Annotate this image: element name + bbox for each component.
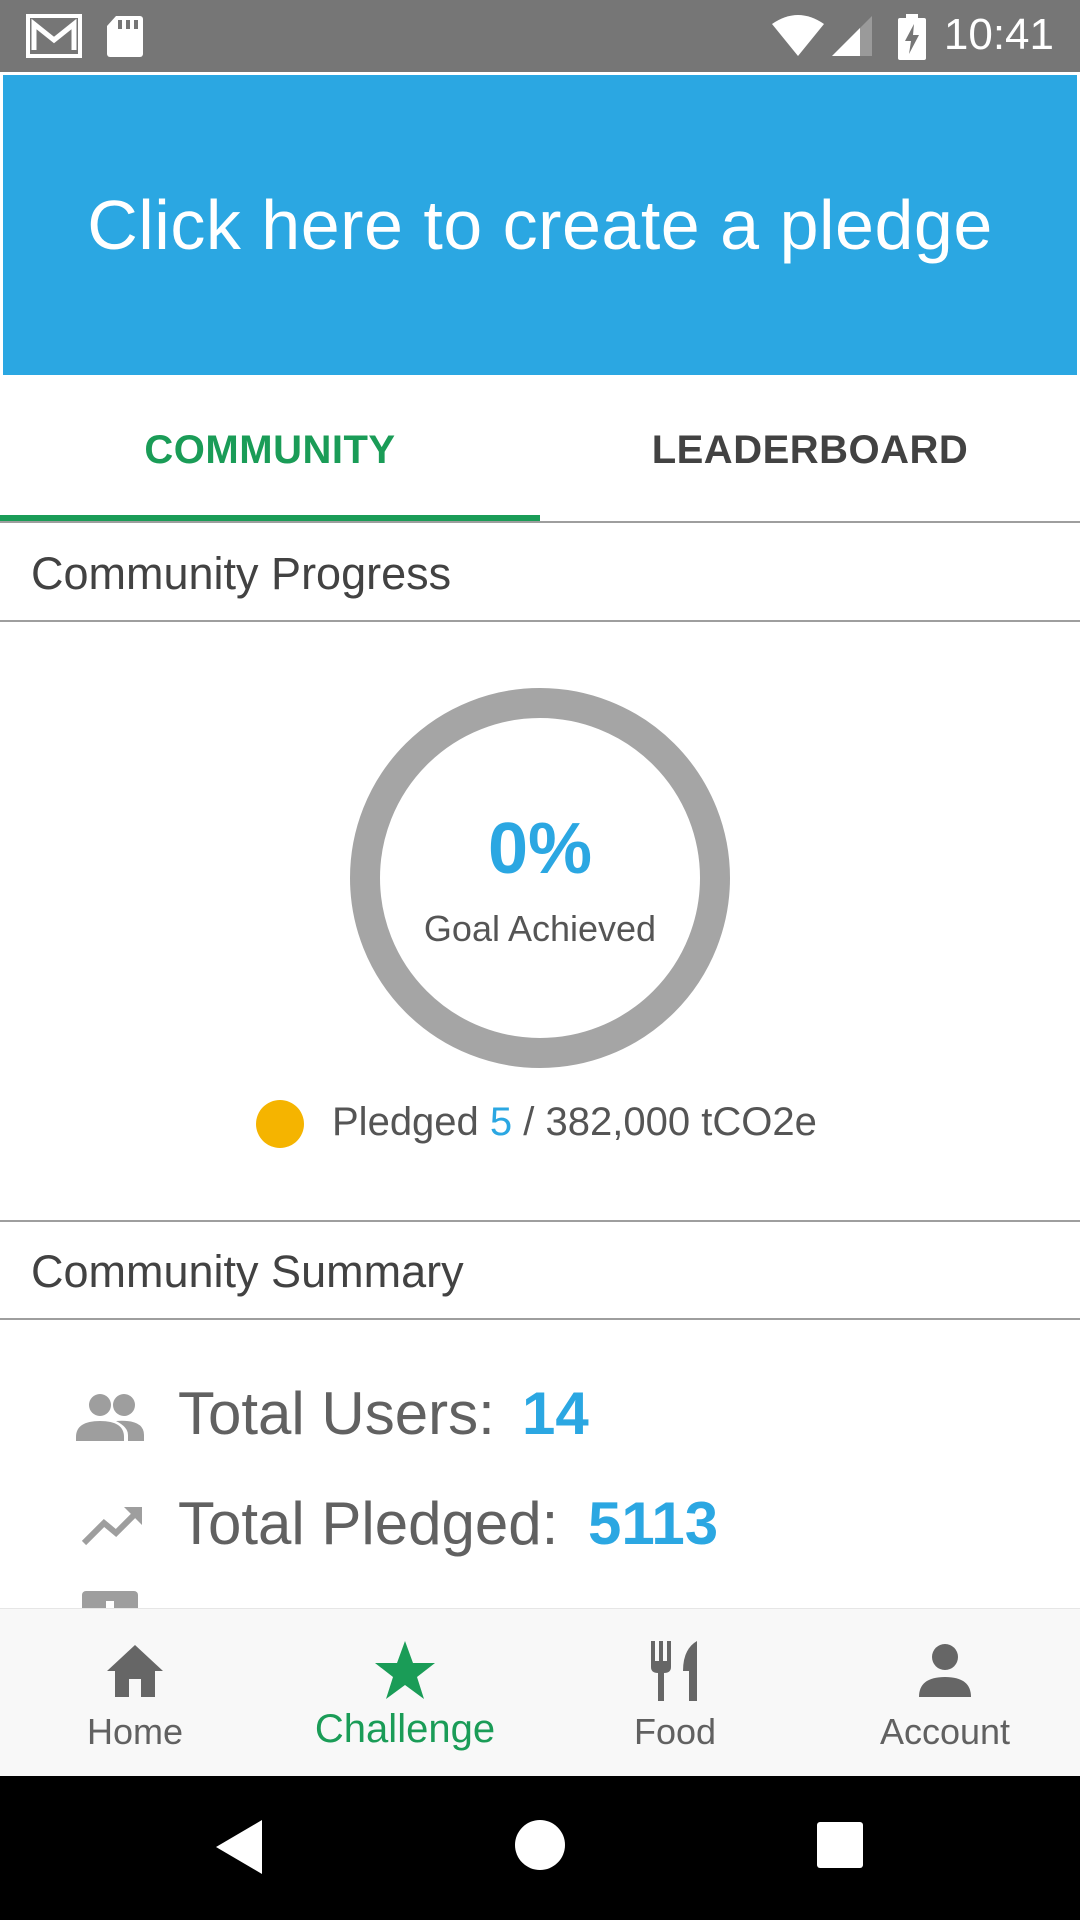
average-pledged-label: Average Pledged: [178, 1599, 654, 1608]
goal-caption: Goal Achieved [423, 908, 657, 949]
community-progress-title: Community Progress [31, 548, 452, 599]
total-users-value: 14 [522, 1380, 589, 1447]
star-icon [375, 1641, 435, 1699]
pledged-prefix: Pledged [332, 1100, 479, 1144]
pledged-goal: 382,000 tCO2e [545, 1100, 817, 1144]
status-bar: 10:41 [0, 0, 1080, 72]
nav-food-label: Food [633, 1711, 717, 1752]
signal-icon [832, 16, 872, 56]
restaurant-icon [651, 1641, 697, 1701]
total-users-label: Total Users: [178, 1380, 495, 1447]
nav-home-label: Home [86, 1711, 184, 1752]
total-pledged-value: 5113 [588, 1490, 719, 1557]
recents-icon[interactable] [816, 1821, 864, 1869]
community-summary-header: Community Summary [0, 1222, 1080, 1318]
person-icon [919, 1644, 971, 1697]
summary-row-users: Total Users: 14 [0, 1365, 1080, 1465]
goal-percent: 0% [487, 809, 593, 889]
nav-challenge[interactable]: Challenge [270, 1609, 540, 1777]
home-icon [107, 1645, 163, 1697]
create-pledge-label: Click here to create a pledge [87, 186, 993, 264]
pledged-amount: 5 [489, 1100, 513, 1144]
summary-row-average: Average Pledged: 0kg [0, 1585, 1080, 1608]
pledged-legend-dot [256, 1100, 304, 1148]
pledged-legend: Pledged 5 / 382,000 tCO2e [332, 1100, 817, 1145]
home-circle-icon[interactable] [514, 1819, 566, 1871]
nav-home[interactable]: Home [0, 1609, 270, 1777]
system-navigation-bar [0, 1776, 1080, 1920]
bottom-navigation: Home Challenge Food Account [0, 1608, 1080, 1777]
wifi-icon [772, 15, 824, 56]
divider [0, 620, 1080, 622]
create-pledge-button[interactable]: Click here to create a pledge [3, 75, 1077, 375]
nav-food[interactable]: Food [540, 1609, 810, 1777]
trending-up-icon [81, 1507, 142, 1546]
summary-list: Total Users: 14 Total Pledged: 5113 Aver… [0, 1320, 1080, 1608]
nav-challenge-label: Challenge [314, 1707, 496, 1751]
pledged-separator: / [523, 1100, 535, 1144]
summary-row-pledged: Total Pledged: 5113 [0, 1475, 1080, 1575]
nav-account[interactable]: Account [810, 1609, 1080, 1777]
people-icon [76, 1394, 144, 1441]
tab-bar: COMMUNITY LEADERBOARD [0, 378, 1080, 523]
sd-card-icon [107, 16, 143, 57]
gmail-icon [26, 14, 82, 58]
clock: 10:41 [943, 10, 1054, 59]
tab-divider [0, 521, 1080, 523]
battery-charging-icon [898, 14, 926, 60]
community-progress-header: Community Progress [0, 524, 1080, 620]
tab-community[interactable]: COMMUNITY [0, 378, 540, 523]
chart-icon [82, 1591, 138, 1608]
tab-community-label: COMMUNITY [144, 428, 396, 472]
average-pledged-value: 0kg [672, 1599, 775, 1608]
tab-leaderboard[interactable]: LEADERBOARD [540, 378, 1080, 523]
community-summary-title: Community Summary [31, 1246, 464, 1297]
back-icon[interactable] [214, 1818, 264, 1876]
nav-account-label: Account [879, 1711, 1011, 1752]
tab-leaderboard-label: LEADERBOARD [651, 428, 969, 472]
total-pledged-label: Total Pledged: [178, 1490, 559, 1557]
